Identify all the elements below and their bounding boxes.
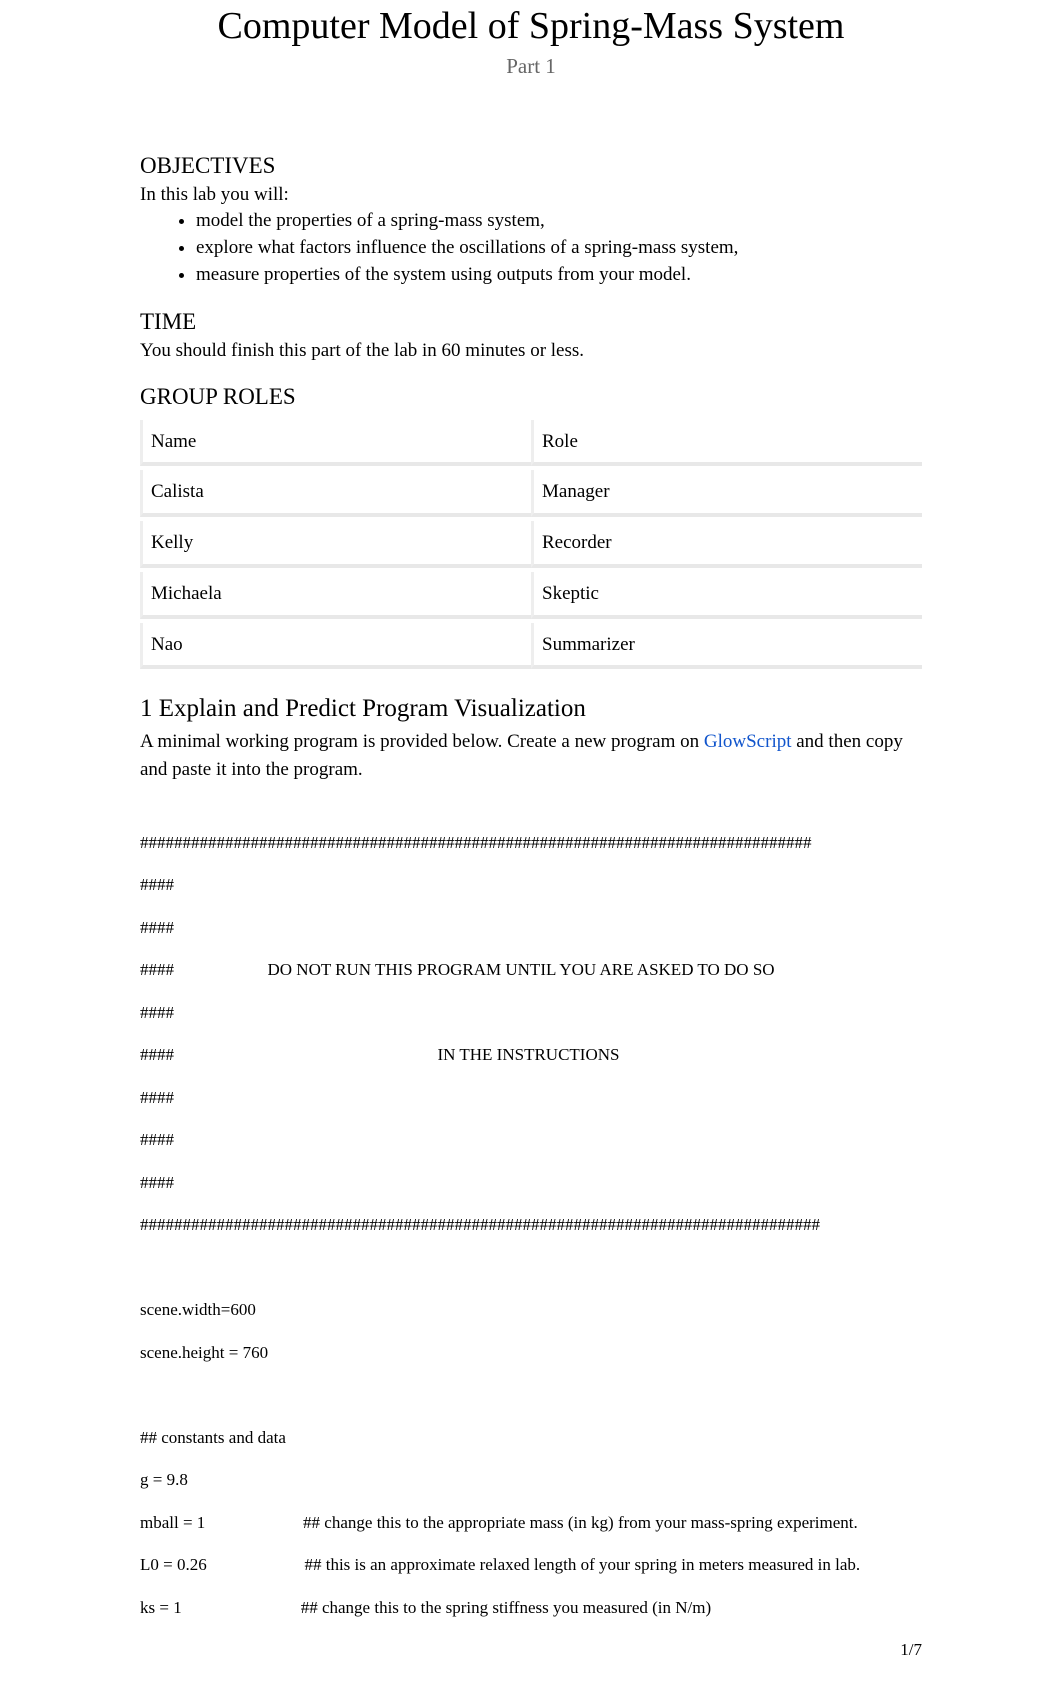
table-cell-role: Summarizer bbox=[531, 623, 922, 670]
code-line: ## constants and data bbox=[140, 1427, 922, 1448]
list-item: measure properties of the system using o… bbox=[196, 263, 922, 288]
section1-heading: 1 Explain and Predict Program Visualizat… bbox=[140, 693, 922, 726]
code-line bbox=[140, 1384, 922, 1405]
list-item: model the properties of a spring-mass sy… bbox=[196, 209, 922, 234]
code-line: L0 = 0.26 ## this is an approximate rela… bbox=[140, 1554, 922, 1575]
code-line: #### IN THE INSTRUCTIONS bbox=[140, 1044, 922, 1065]
code-line: ########################################… bbox=[140, 1214, 922, 1235]
code-line: #### bbox=[140, 874, 922, 895]
objectives-heading: OBJECTIVES bbox=[140, 151, 922, 181]
code-line: #### bbox=[140, 1172, 922, 1193]
table-cell-name: Kelly bbox=[140, 521, 531, 568]
code-line: scene.height = 760 bbox=[140, 1342, 922, 1363]
objectives-list: model the properties of a spring-mass sy… bbox=[140, 209, 922, 287]
time-text: You should finish this part of the lab i… bbox=[140, 339, 922, 364]
code-line: mball = 1 ## change this to the appropri… bbox=[140, 1512, 922, 1533]
code-line bbox=[140, 1257, 922, 1278]
code-line: #### bbox=[140, 917, 922, 938]
table-row: Name Role bbox=[140, 420, 922, 467]
table-cell-role: Skeptic bbox=[531, 572, 922, 619]
table-cell-name: Calista bbox=[140, 470, 531, 517]
code-line: #### bbox=[140, 1087, 922, 1108]
table-row: Calista Manager bbox=[140, 470, 922, 517]
table-row: Nao Summarizer bbox=[140, 623, 922, 670]
table-cell-name: Nao bbox=[140, 623, 531, 670]
code-line: #### bbox=[140, 1002, 922, 1023]
table-cell-role: Manager bbox=[531, 470, 922, 517]
code-line: g = 9.8 bbox=[140, 1469, 922, 1490]
table-row: Michaela Skeptic bbox=[140, 572, 922, 619]
time-heading: TIME bbox=[140, 307, 922, 337]
objectives-intro: In this lab you will: bbox=[140, 183, 922, 208]
intro-pre: A minimal working program is provided be… bbox=[140, 731, 704, 752]
code-line: #### DO NOT RUN THIS PROGRAM UNTIL YOU A… bbox=[140, 959, 922, 980]
section1-intro: A minimal working program is provided be… bbox=[140, 728, 922, 785]
page-number: 1/7 bbox=[900, 1639, 922, 1661]
table-row: Kelly Recorder bbox=[140, 521, 922, 568]
code-line: scene.width=600 bbox=[140, 1299, 922, 1320]
table-cell-name: Michaela bbox=[140, 572, 531, 619]
code-line: ks = 1 ## change this to the spring stif… bbox=[140, 1597, 922, 1618]
roles-table: Name Role Calista Manager Kelly Recorder… bbox=[140, 416, 922, 673]
glowscript-link[interactable]: GlowScript bbox=[704, 731, 792, 752]
table-header-name: Name bbox=[140, 420, 531, 467]
table-cell-role: Recorder bbox=[531, 521, 922, 568]
roles-heading: GROUP ROLES bbox=[140, 382, 922, 412]
list-item: explore what factors influence the oscil… bbox=[196, 236, 922, 261]
page-subtitle: Part 1 bbox=[140, 53, 922, 80]
code-line: #### bbox=[140, 1129, 922, 1150]
code-line: ########################################… bbox=[140, 832, 922, 853]
code-block: ########################################… bbox=[140, 811, 922, 1661]
table-header-role: Role bbox=[531, 420, 922, 467]
page-title: Computer Model of Spring-Mass System bbox=[140, 0, 922, 51]
